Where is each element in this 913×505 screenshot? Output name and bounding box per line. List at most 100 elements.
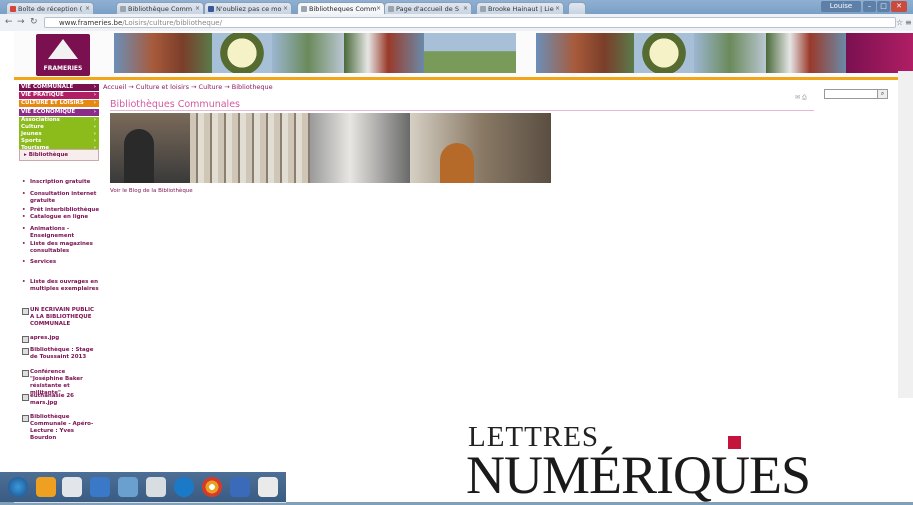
trees-photo-2 [694,33,766,73]
tab-close-icon[interactable]: × [463,3,468,14]
sidebar-item-label: Bibliothèque Communale - Apéro-Lecture :… [30,414,94,441]
top-menu-label: VIE PRATIQUE [21,92,64,98]
header-banner [114,33,913,73]
town-hall-photo [114,33,212,73]
frameries-logo[interactable]: FRAMERIES [36,34,90,76]
sidebar-item-bibliotheque[interactable]: ▸ Bibliothèque [19,149,99,161]
forward-icon[interactable]: → [17,17,25,28]
close-window-icon[interactable]: ✕ [891,1,907,12]
sidebar-document-item[interactable]: apres.jpg [22,335,100,343]
sidebar-document-item[interactable]: Bibliothèque : Stage de Toussaint 2013 [22,347,100,361]
logo-mark-icon [48,39,78,59]
ie-taskbar-icon[interactable] [174,477,194,497]
tab-close-icon[interactable]: × [376,3,381,14]
search-input[interactable] [824,89,878,99]
profile-button[interactable]: Louise [821,1,861,12]
sidebar-item[interactable]: • Services [22,259,100,266]
chevron-right-icon: › [93,117,96,123]
tab-close-icon[interactable]: × [195,3,200,14]
green-menu-item[interactable]: Jeunes › [19,131,99,138]
title-divider [110,110,814,111]
green-menu-item[interactable]: Culture › [19,124,99,131]
media-taskbar-icon[interactable] [90,477,110,497]
chevron-right-icon: › [93,109,96,115]
chrome-taskbar-icon[interactable] [202,477,222,497]
trees-photo [272,33,344,73]
tab-close-icon[interactable]: × [555,3,560,14]
new-tab-button[interactable] [568,2,586,14]
blog-link[interactable]: Voir le Blog de la Bibliothèque [110,188,193,194]
tab-label: Bibliotheques Comm [309,5,377,13]
browser-tab[interactable]: Brooke Hainaut | Lie × [476,2,564,14]
browser-tab[interactable]: N'oubliez pas ce mo × [204,2,292,14]
bullet-icon: • [22,214,26,220]
green-menu-label: Sports [21,138,42,144]
document-icon [22,415,29,422]
search-icon[interactable]: ⌕ [877,89,888,99]
top-menu-item[interactable]: VIE ECONOMIQUE › [19,109,99,116]
sidebar-item[interactable]: • Prêt interbibliothèque [22,207,100,214]
url-field[interactable]: www.frameries.be/Loisirs/culture/bibliot… [44,17,896,28]
nature-park-photo-2 [634,33,694,73]
minimize-icon[interactable]: – [863,1,876,12]
menu-icon[interactable]: ≡ [905,17,912,28]
browser-tab[interactable]: Page d'accueil de S × [384,2,472,14]
maximize-icon[interactable]: □ [877,1,890,12]
bullet-icon: • [22,226,26,232]
top-menu-item[interactable]: VIE PRATIQUE › [19,92,99,99]
browser-tab-bar: Boîte de réception (× Bibliothèque Comm × N… [0,0,913,14]
sidebar-item[interactable]: • Consultation internet gratuite [22,191,100,205]
browser-tab[interactable]: Boîte de réception (× [6,2,94,14]
sidebar-document-item[interactable]: Bibliothèque Communale - Apéro-Lecture :… [22,414,100,442]
document-icon [22,308,29,315]
sidebar-document-item[interactable]: euthanasie 26 mars.jpg [22,393,100,407]
sidebar-item[interactable]: • Liste des magazines consultables [22,241,100,255]
town-hall-photo-2 [536,33,634,73]
green-menu-item[interactable]: Associations › [19,117,99,124]
paint-taskbar-icon[interactable] [146,477,166,497]
print-email-icons[interactable]: ✉ ⎙ [795,94,807,102]
header-divider [14,77,913,80]
chevron-right-icon: › [93,138,96,144]
top-menu-item[interactable]: VIE COMMUNALE › [19,84,99,91]
sidebar-item-label: Inscription gratuite [30,179,91,185]
start-button-icon[interactable] [8,477,28,497]
breadcrumb[interactable]: Accueil → Culture et loisirs → Culture →… [103,83,273,91]
bookmark-star-icon[interactable]: ☆ [896,17,903,28]
sidebar-document-item[interactable]: UN ECRIVAIN PUBLIC A LA BIBLIOTHEQUE COM… [22,307,100,328]
tab-close-icon[interactable]: × [283,3,288,14]
sidebar-item-label: Consultation internet gratuite [30,191,97,204]
green-menu-label: Associations [21,117,60,123]
green-menu-item[interactable]: Sports › [19,138,99,145]
app-taskbar-icon[interactable] [118,477,138,497]
browser-tab[interactable]: Bibliotheques Comm × [297,2,385,14]
chevron-right-icon: › [93,100,96,106]
sidebar-item-label: euthanasie 26 mars.jpg [30,393,74,406]
sidebar-item[interactable]: • Inscription gratuite [22,179,100,186]
top-menu-item[interactable]: CULTURE ET LOISIRS › [19,100,99,107]
sidebar-item-label: Prêt interbibliothèque [30,207,100,213]
banner-gap [516,33,536,73]
museum-photo-2 [766,33,846,73]
document-taskbar-icon[interactable] [258,477,278,497]
reload-icon[interactable]: ↻ [30,17,38,28]
window-controls: Louise – □ ✕ [821,1,907,12]
sidebar-item[interactable]: • Liste des ouvrages en multiples exempla… [22,279,100,293]
chevron-right-icon: › [93,131,96,137]
sidebar-item[interactable]: • Animations - Enseignement [22,226,100,240]
back-icon[interactable]: ← [5,17,13,28]
tab-favicon-icon [208,6,214,12]
sidebar-item[interactable]: • Catalogue en ligne [22,214,100,221]
store-taskbar-icon[interactable] [230,477,250,497]
folder-taskbar-icon[interactable] [62,477,82,497]
sidebar-item-label: Catalogue en ligne [30,214,89,220]
tab-label: Bibliothèque Comm [128,5,193,13]
tab-favicon-icon [480,6,486,12]
explorer-taskbar-icon[interactable] [36,477,56,497]
browser-tab[interactable]: Bibliothèque Comm × [116,2,204,14]
lettres-logo-line2: NUMÉRIQUES [466,445,811,505]
nature-park-photo [212,33,272,73]
active-section-label: Bibliothèque [28,152,69,158]
tab-favicon-icon [120,6,126,12]
tab-close-icon[interactable]: × [85,3,90,14]
